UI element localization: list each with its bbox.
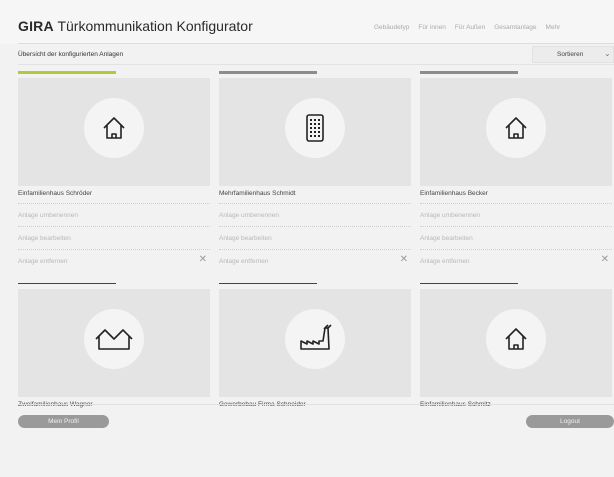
rename-label: Anlage umbenennen	[18, 212, 78, 219]
remove-label: Anlage entfernen	[18, 258, 68, 265]
edit-system-link[interactable]: Anlage bearbeiten	[420, 226, 612, 249]
remove-system-link[interactable]: Anlage entfernen ✕	[18, 249, 210, 272]
nav-item-gebaeudetyp[interactable]: Gebäudetyp	[374, 24, 409, 31]
remove-label: Anlage entfernen	[420, 258, 470, 265]
house-icon	[486, 98, 546, 158]
house-icon	[84, 98, 144, 158]
rename-system-link[interactable]: Anlage umbenennen	[219, 203, 411, 226]
nav-item-fuer-aussen[interactable]: Für Außen	[455, 24, 485, 31]
sort-label: Sortieren	[557, 51, 584, 58]
brand-logo-text: GIRA	[18, 18, 54, 34]
overview-bar: Übersicht der konfigurierten Anlagen Sor…	[18, 43, 614, 65]
rename-system-link[interactable]: Anlage umbenennen	[18, 203, 210, 226]
close-icon[interactable]: ✕	[199, 254, 207, 265]
system-image	[219, 78, 411, 186]
indicator-bar	[18, 283, 116, 284]
apartment-building-icon	[285, 98, 345, 158]
remove-system-link[interactable]: Anlage entfernen ✕	[219, 249, 411, 272]
logout-button[interactable]: Logout	[526, 415, 614, 428]
system-name: Einfamilienhaus Becker	[420, 190, 488, 197]
profile-button[interactable]: Mein Profil	[18, 415, 109, 428]
top-navigation: Gebäudetyp Für innen Für Außen Gesamtanl…	[374, 24, 560, 31]
system-image	[420, 289, 612, 397]
edit-label: Anlage bearbeiten	[219, 235, 272, 242]
footer-divider	[18, 404, 614, 405]
active-indicator-bar	[18, 71, 116, 74]
edit-system-link[interactable]: Anlage bearbeiten	[18, 226, 210, 249]
rename-system-link[interactable]: Anlage umbenennen	[420, 203, 612, 226]
remove-system-link[interactable]: Anlage entfernen ✕	[420, 249, 612, 272]
app-title: GIRA Türkommunikation Konfigurator	[18, 18, 253, 34]
two-family-house-icon	[84, 309, 144, 369]
system-image	[219, 289, 411, 397]
system-name: Mehrfamilienhaus Schmidt	[219, 190, 296, 197]
edit-label: Anlage bearbeiten	[420, 235, 473, 242]
indicator-bar	[219, 71, 317, 74]
page-title: Übersicht der konfigurierten Anlagen	[18, 51, 124, 58]
system-image	[18, 78, 210, 186]
rename-label: Anlage umbenennen	[420, 212, 480, 219]
nav-item-gesamtanlage[interactable]: Gesamtanlage	[494, 24, 536, 31]
chevron-down-icon: ⌄	[604, 49, 611, 58]
edit-system-link[interactable]: Anlage bearbeiten	[219, 226, 411, 249]
close-icon[interactable]: ✕	[400, 254, 408, 265]
rename-label: Anlage umbenennen	[219, 212, 279, 219]
house-icon	[486, 309, 546, 369]
close-icon[interactable]: ✕	[601, 254, 609, 265]
app-header: GIRA Türkommunikation Konfigurator Gebäu…	[0, 0, 614, 44]
indicator-bar	[420, 283, 518, 284]
system-name: Einfamilienhaus Schröder	[18, 190, 93, 197]
sort-dropdown[interactable]: Sortieren ⌄	[532, 46, 614, 63]
indicator-bar	[219, 283, 317, 284]
edit-label: Anlage bearbeiten	[18, 235, 71, 242]
system-image	[18, 289, 210, 397]
factory-icon	[285, 309, 345, 369]
indicator-bar	[420, 71, 518, 74]
nav-item-fuer-innen[interactable]: Für innen	[418, 24, 445, 31]
brand-subtitle: Türkommunikation Konfigurator	[53, 18, 253, 34]
remove-label: Anlage entfernen	[219, 258, 269, 265]
system-image	[420, 78, 612, 186]
nav-item-mehr[interactable]: Mehr	[546, 24, 561, 31]
